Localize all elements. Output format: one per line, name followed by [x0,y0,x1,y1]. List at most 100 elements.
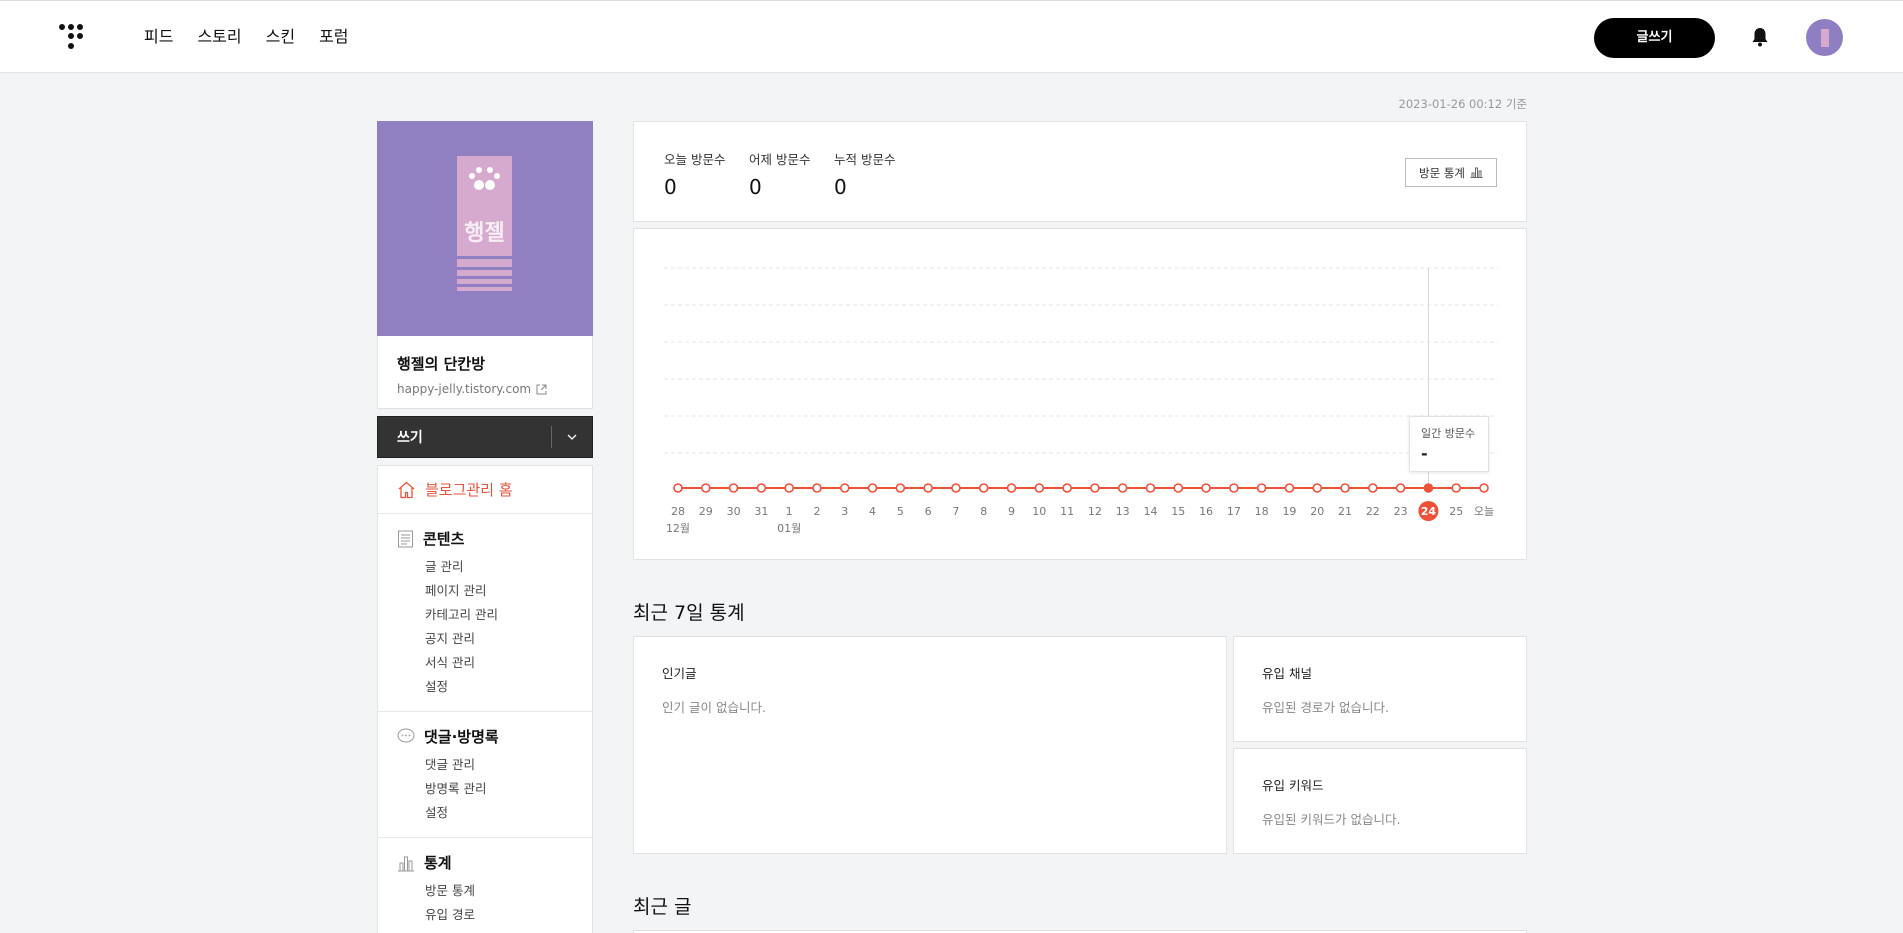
referrer-channel-card: 유입 채널 유입된 경로가 없습니다. [1233,636,1527,742]
line-chart: 28 29 30 31 1 2 3 4 5 6 7 8 9 10 11 12 13 14 15 16 17 18 19 20 2… [664,267,1498,535]
x-tick-label: 17 [1227,505,1241,518]
data-point [978,483,989,493]
x-tick-label: 7 [952,505,959,518]
data-point [784,483,794,493]
menu-item-visit-stats[interactable]: 방문 통계 [378,879,592,903]
data-point [1229,483,1239,493]
nav-story[interactable]: 스토리 [197,25,241,49]
menu-blog-admin-home[interactable]: 블로그관리 홈 [378,466,592,514]
data-point [1145,483,1156,493]
x-tick-label: 5 [897,505,904,518]
x-tick-label: 11 [1060,505,1074,518]
x-tick-label: 24 [1421,505,1437,518]
daily-visits-chart: 28 29 30 31 1 2 3 4 5 6 7 8 9 10 11 12 13 14 15 16 17 18 19 20 2… [633,228,1527,560]
menu-item-comments-settings[interactable]: 설정 [378,801,592,825]
menu-head-comments[interactable]: 댓글·방명록 [424,726,499,747]
data-point [1423,483,1434,493]
data-point [1201,483,1211,493]
visit-stats-button-label[interactable]: 방문 통계 [1419,165,1465,181]
home-icon [398,481,415,498]
data-point [895,483,906,493]
x-tick-label: 14 [1143,505,1157,518]
nav-feed[interactable]: 피드 [144,25,173,49]
data-point [1284,483,1295,493]
chart-tooltip: 일간 방문수 - [1409,416,1489,472]
data-point [1173,483,1184,493]
menu-item-referrer[interactable]: 유입 경로 [378,903,592,927]
popular-posts-title: 인기글 [662,666,697,681]
x-tick-label: 30 [727,505,741,518]
visit-today-value: 0 [664,175,677,199]
menu-head-contents[interactable]: 콘텐츠 [423,528,464,549]
external-link-icon [536,384,547,394]
tooltip-value: - [1421,444,1428,463]
tistory-logo-icon[interactable] [58,23,88,53]
menu-item-post-manage[interactable]: 글 관리 [378,555,592,579]
speech-bubble-icon [397,728,415,743]
tooltip-label: 일간 방문수 [1421,427,1476,440]
user-avatar[interactable] [1806,19,1843,56]
menu-section-comments: 댓글·방명록 댓글 관리 방명록 관리 설정 [378,712,592,838]
month-label: 12월 [666,522,690,535]
visit-yesterday-value: 0 [749,175,762,199]
x-tick-label: 3 [841,505,848,518]
menu-item-contents-settings[interactable]: 설정 [378,675,592,699]
data-point [1117,483,1128,493]
sidebar: 행젤 행젤의 단칸방 happy-jelly.tistory.com 쓰기 블로… [377,121,593,933]
menu-item-template-manage[interactable]: 서식 관리 [378,651,592,675]
nav-skin[interactable]: 스킨 [266,25,295,49]
write-post-button[interactable]: 글쓰기 [1594,18,1715,58]
data-point [923,483,933,493]
menu-section-contents: 콘텐츠 글 관리 페이지 관리 카테고리 관리 공지 관리 서식 관리 설정 [378,514,592,712]
main-content: 2023-01-26 00:12 기준 오늘 방문수 0 어제 방문수 0 누적… [633,96,1527,933]
menu-item-notice-manage[interactable]: 공지 관리 [378,627,592,651]
x-tick-label: 오늘 [1474,505,1494,518]
x-tick-label: 29 [699,505,713,518]
x-tick-label: 8 [980,505,987,518]
data-point [839,483,850,493]
x-tick-label: 19 [1282,505,1296,518]
x-tick-label: 1 [786,505,793,518]
write-dropdown-label[interactable]: 쓰기 [378,427,551,447]
data-point [1256,483,1267,493]
recent-posts-title: 최근 글 [633,896,692,918]
blog-url-text[interactable]: happy-jelly.tistory.com [397,382,531,396]
x-tick-label: 15 [1171,505,1185,518]
data-point [951,483,961,493]
x-tick-label: 28 [671,505,685,518]
notification-bell-icon[interactable] [1749,26,1771,48]
menu-item-page-manage[interactable]: 페이지 관리 [378,579,592,603]
blog-logo-image: 행젤 [457,156,512,291]
menu-home-label[interactable]: 블로그관리 홈 [425,479,513,500]
data-point [812,483,822,493]
x-tick-label: 31 [754,505,768,518]
blog-name[interactable]: 행젤의 단칸방 [397,353,573,374]
menu-item-category-manage[interactable]: 카테고리 관리 [378,603,592,627]
admin-menu: 블로그관리 홈 콘텐츠 글 관리 페이지 관리 카테고리 관리 공지 관리 서식… [377,465,593,933]
data-point [1090,483,1100,493]
referrer-channel-title: 유입 채널 [1262,666,1312,681]
nav-forum[interactable]: 포럼 [319,25,348,49]
menu-head-stats[interactable]: 통계 [424,852,452,873]
blog-cover-image[interactable]: 행젤 [377,121,593,336]
visit-summary-card: 오늘 방문수 0 어제 방문수 0 누적 방문수 0 방문 통계 [633,121,1527,222]
blog-url-link[interactable]: happy-jelly.tistory.com [397,382,573,396]
bar-chart-icon [398,856,414,871]
write-dropdown[interactable]: 쓰기 [377,416,593,458]
document-icon [398,530,413,547]
chevron-down-icon[interactable] [552,430,592,444]
visit-total-label: 누적 방문수 [834,152,896,167]
x-tick-label: 21 [1338,505,1352,518]
menu-item-comment-manage[interactable]: 댓글 관리 [378,753,592,777]
popular-posts-empty: 인기 글이 없습니다. [662,700,766,715]
x-tick-label: 2 [813,505,820,518]
data-point [673,483,683,493]
visit-stats-button[interactable]: 방문 통계 [1405,158,1497,187]
main-nav: 피드 스토리 스킨 포럼 [144,25,373,49]
data-point [1340,483,1350,493]
menu-item-guestbook-manage[interactable]: 방명록 관리 [378,777,592,801]
data-point [756,483,767,493]
data-point [1034,483,1045,493]
referrer-keyword-title: 유입 키워드 [1262,778,1324,793]
visit-today: 오늘 방문수 0 [664,149,725,199]
